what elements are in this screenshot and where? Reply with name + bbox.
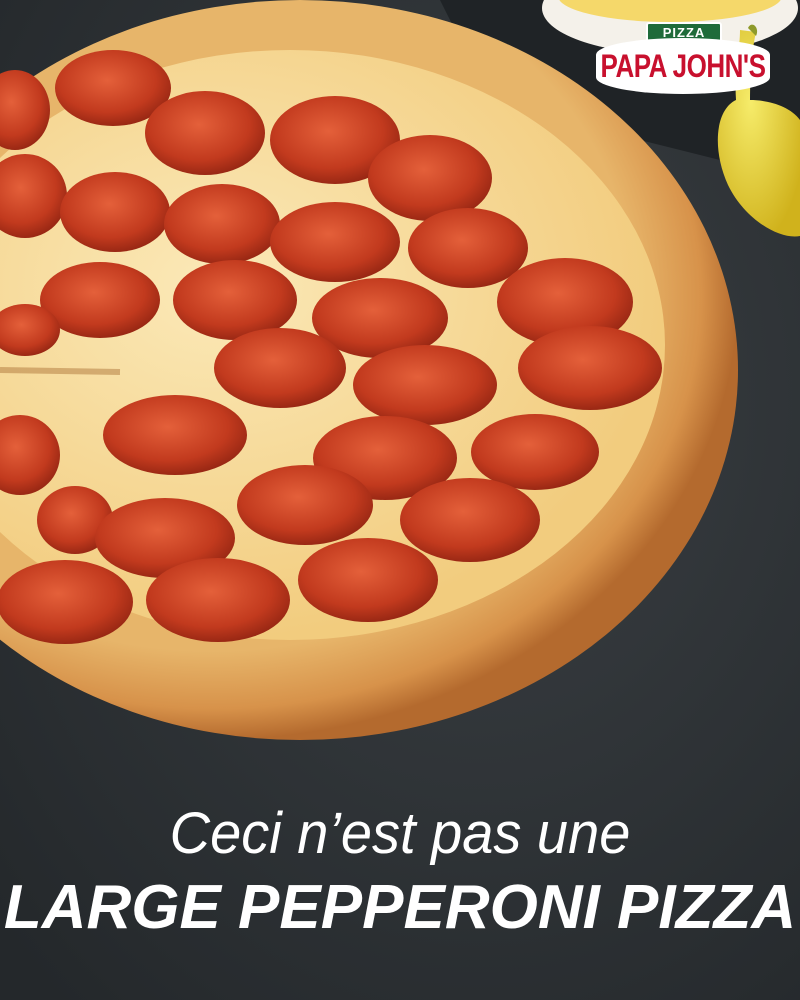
logo-wordmark: PAPA JOHN'S xyxy=(596,38,770,94)
papa-johns-logo: PIZZA PAPA JOHN'S xyxy=(596,22,770,94)
tagline-line-1: Ceci n’est pas une xyxy=(169,799,631,866)
tagline-line-2: LARGE PEPPERONI PIZZA xyxy=(3,873,797,942)
logo-brand-name: PAPA JOHN'S xyxy=(600,46,766,85)
